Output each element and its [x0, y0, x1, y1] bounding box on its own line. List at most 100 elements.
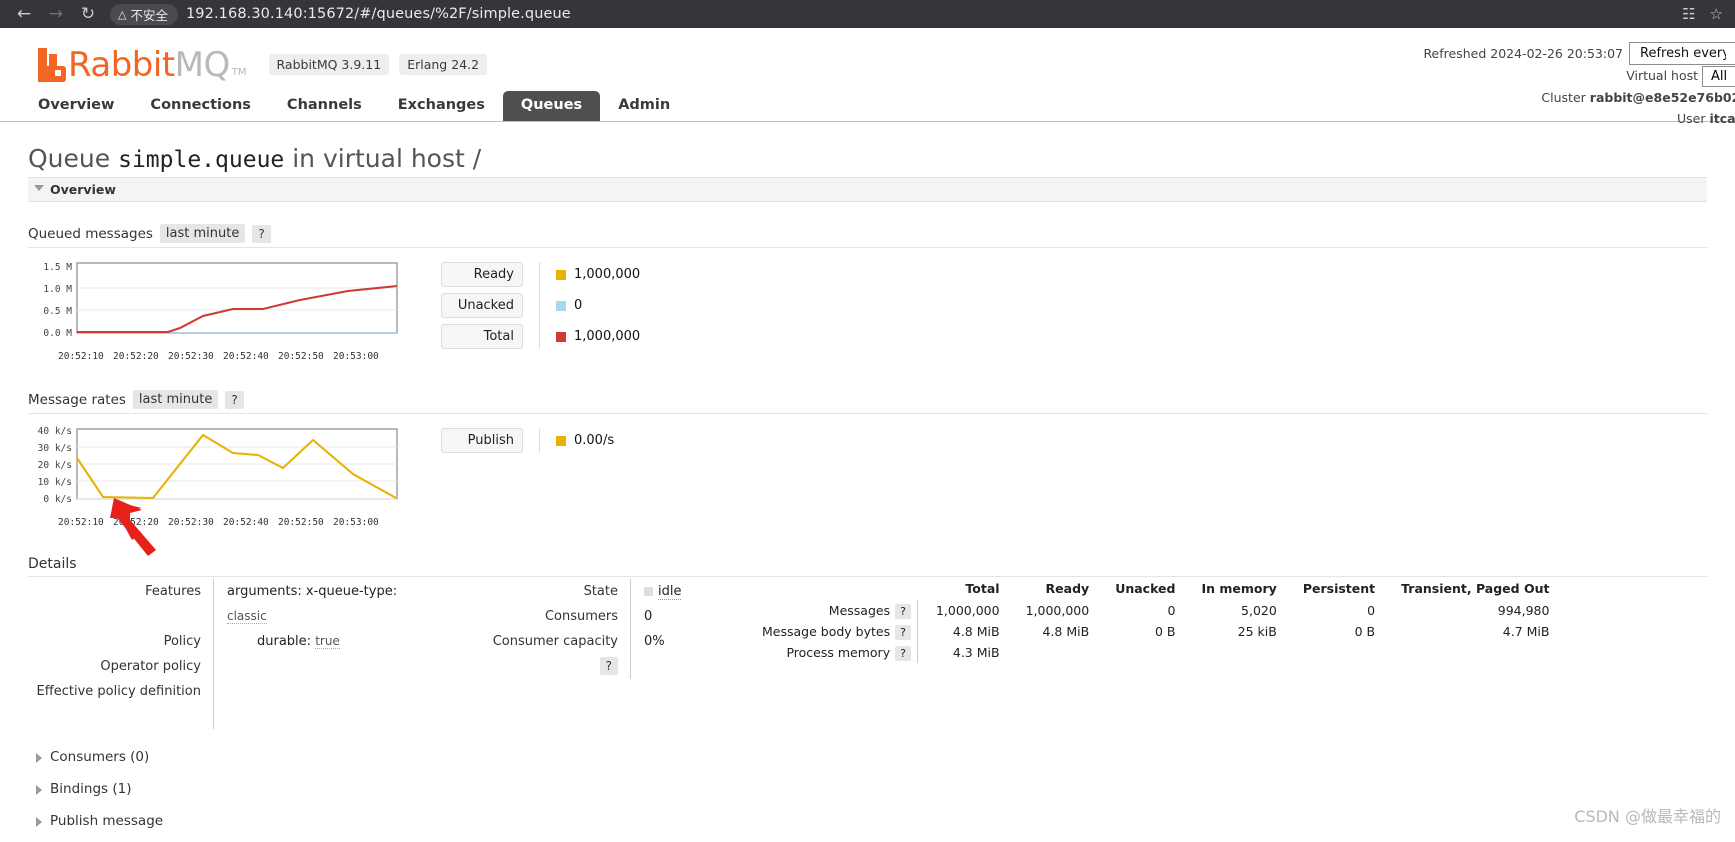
- message-rates-header: Message rates last minute ?: [28, 390, 1735, 409]
- refresh-interval-select[interactable]: Refresh every 5 seconds: [1629, 42, 1735, 65]
- legend-value-unacked-row: 0: [556, 293, 640, 318]
- stats-row-label-body-bytes: Message body bytes?: [749, 621, 918, 642]
- queued-messages-period[interactable]: last minute: [159, 224, 246, 243]
- stats-process-memory-persistent: [1290, 642, 1388, 663]
- svg-text:10 k/s: 10 k/s: [38, 477, 72, 488]
- queued-messages-chart: 1.5 M 1.0 M 0.5 M 0.0 M 20:52:10 20:52:2…: [28, 258, 403, 368]
- operator-policy-label: Operator policy: [100, 659, 201, 674]
- queued-messages-header: Queued messages last minute ?: [28, 224, 1735, 243]
- legend-swatch-ready: [556, 269, 566, 280]
- translate-icon[interactable]: ☷: [1682, 5, 1695, 23]
- feature-queue-type-key: x-queue-type:: [305, 584, 398, 599]
- state-indicator-icon: [644, 587, 653, 596]
- security-status-label: 不安全: [130, 7, 168, 23]
- user-value: itcast: [1709, 111, 1735, 126]
- forward-arrow-icon[interactable]: →: [40, 0, 72, 28]
- stats-body-bytes-total: 4.8 MiB: [952, 624, 1000, 639]
- legend-swatch-publish: [556, 435, 566, 446]
- message-rates-period[interactable]: last minute: [132, 390, 219, 409]
- logo-wordmark: RabbitMQ: [68, 48, 230, 82]
- tab-queues[interactable]: Queues: [502, 91, 601, 121]
- features-keys: Features Policy Operator policy Effectiv…: [28, 579, 213, 729]
- overview-section-header[interactable]: Overview: [28, 177, 1707, 202]
- security-status-chip[interactable]: △ 不安全: [110, 3, 178, 25]
- message-rates-xaxis: 20:52:10 20:52:20 20:52:30 20:52:40 20:5…: [58, 517, 379, 528]
- refreshed-timestamp: Refreshed 2024-02-26 20:53:07: [1423, 46, 1623, 61]
- queued-messages-label: Queued messages: [28, 225, 153, 242]
- stats-col-total: Total: [965, 581, 1000, 596]
- stats-col-unacked: Unacked: [1115, 581, 1176, 596]
- svg-text:20:53:00: 20:53:00: [333, 517, 379, 528]
- process-memory-help-icon[interactable]: ?: [895, 646, 911, 661]
- message-rates-help-icon[interactable]: ?: [225, 390, 244, 409]
- divider: [28, 576, 1707, 577]
- state-keys: State Consumers Consumer capacity ?: [480, 579, 630, 679]
- watermark: CSDN @做最幸福的: [1574, 807, 1721, 826]
- virtual-host-select[interactable]: All: [1702, 66, 1735, 87]
- stats-process-memory-ready: [1013, 642, 1103, 663]
- reload-icon[interactable]: ↻: [72, 0, 104, 28]
- cluster-label: Cluster: [1541, 90, 1586, 105]
- star-icon[interactable]: ☆: [1710, 5, 1723, 23]
- warning-triangle-icon: △: [118, 7, 127, 21]
- consumer-capacity-label: Consumer capacity: [492, 634, 618, 649]
- stats-messages-persistent: 0: [1367, 603, 1376, 618]
- back-arrow-icon[interactable]: ←: [8, 0, 40, 28]
- body-bytes-help-icon[interactable]: ?: [895, 625, 911, 640]
- table-row: Process memory? 4.3 MiB: [749, 642, 1562, 663]
- stats-row-label-messages: Messages?: [749, 600, 918, 621]
- svg-text:20:52:30: 20:52:30: [168, 351, 214, 362]
- stats-messages-in-memory: 5,020: [1241, 603, 1277, 618]
- details-grid: Features Policy Operator policy Effectiv…: [28, 579, 1735, 729]
- section-publish-message-label: Publish message: [50, 813, 164, 829]
- stats-messages-ready: 1,000,000: [1025, 603, 1090, 618]
- page-title: Queue simple.queue in virtual host /: [28, 144, 1735, 173]
- browser-toolbar: ← → ↻ △ 不安全 192.168.30.140:15672/#/queue…: [0, 0, 1735, 28]
- app-header: RabbitMQ TM RabbitMQ 3.9.11 Erlang 24.2 …: [0, 28, 1735, 126]
- browser-toolbar-right: ☷ ☆: [1682, 5, 1727, 23]
- tab-overview[interactable]: Overview: [20, 91, 132, 121]
- svg-text:0.0 M: 0.0 M: [43, 328, 72, 339]
- legend-value-total: 1,000,000: [574, 329, 641, 344]
- tab-channels[interactable]: Channels: [269, 91, 380, 121]
- tab-connections[interactable]: Connections: [132, 91, 269, 121]
- virtual-host-label: Virtual host: [1626, 68, 1699, 83]
- feature-durable-row: durable: true: [227, 629, 418, 654]
- legend-button-ready[interactable]: Ready: [441, 262, 523, 287]
- table-row: Messages? 1,000,000 1,000,000 0 5,020 0 …: [749, 600, 1562, 621]
- svg-text:20:52:20: 20:52:20: [113, 517, 159, 528]
- legend-value-unacked: 0: [574, 298, 583, 313]
- legend-button-publish[interactable]: Publish: [441, 428, 523, 453]
- url-text: 192.168.30.140:15672/#/queues/%2F/simple…: [185, 6, 571, 22]
- legend-value-ready-row: 1,000,000: [556, 262, 640, 287]
- section-consumers[interactable]: Consumers (0): [28, 741, 1735, 773]
- features-column: Features Policy Operator policy Effectiv…: [28, 579, 418, 729]
- section-bindings[interactable]: Bindings (1): [28, 773, 1735, 805]
- queued-messages-help-icon[interactable]: ?: [252, 224, 271, 243]
- legend-value-total-row: 1,000,000: [556, 324, 640, 349]
- rabbitmq-logo[interactable]: RabbitMQ TM: [38, 48, 247, 82]
- consumers-label: Consumers: [544, 609, 618, 624]
- feature-arguments-row: arguments: x-queue-type: classic: [227, 579, 418, 629]
- feature-durable-value: true: [315, 634, 340, 649]
- feature-queue-type-value: classic: [227, 609, 267, 624]
- svg-text:1.0 M: 1.0 M: [43, 284, 72, 295]
- stats-process-memory-in-memory: [1188, 642, 1289, 663]
- table-row: Message body bytes? 4.8 MiB 4.8 MiB 0 B …: [749, 621, 1562, 642]
- stats-row-label-process-memory: Process memory?: [749, 642, 918, 663]
- svg-text:20:52:40: 20:52:40: [223, 351, 269, 362]
- svg-text:0.5 M: 0.5 M: [43, 306, 72, 317]
- tab-admin[interactable]: Admin: [600, 91, 688, 121]
- stats-row-body-bytes-label-text: Message body bytes: [762, 624, 891, 639]
- logo-trademark: TM: [231, 67, 247, 78]
- legend-value-ready: 1,000,000: [574, 267, 641, 282]
- policy-label: Policy: [163, 634, 201, 649]
- legend-button-total[interactable]: Total: [441, 324, 523, 349]
- consumer-capacity-help-icon[interactable]: ?: [599, 657, 618, 675]
- state-value: idle: [658, 584, 682, 600]
- section-publish-message[interactable]: Publish message: [28, 805, 1735, 837]
- tab-exchanges[interactable]: Exchanges: [380, 91, 503, 121]
- messages-help-icon[interactable]: ?: [895, 604, 911, 619]
- legend-button-unacked[interactable]: Unacked: [441, 293, 523, 318]
- address-bar[interactable]: △ 不安全 192.168.30.140:15672/#/queues/%2F/…: [110, 3, 1682, 25]
